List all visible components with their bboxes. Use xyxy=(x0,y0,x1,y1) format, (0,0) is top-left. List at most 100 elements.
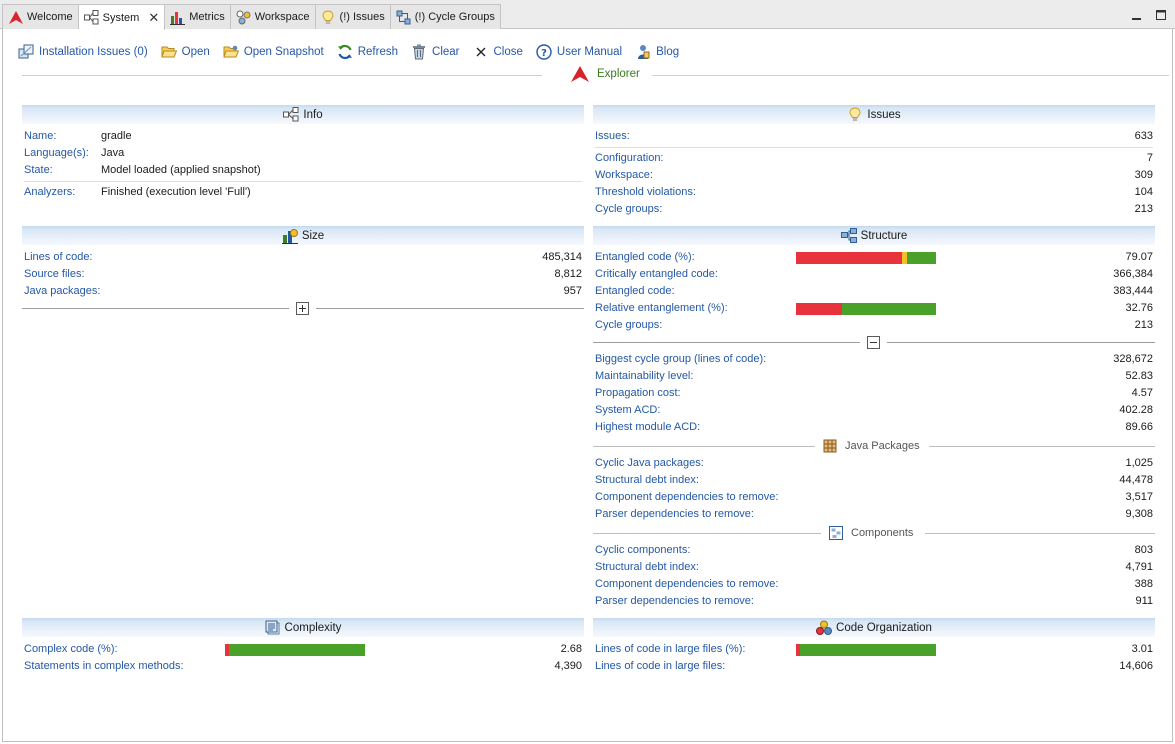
metric-key[interactable]: Lines of code in large files: xyxy=(595,658,725,675)
metric-value: 328,672 xyxy=(1113,353,1153,365)
tab-welcome[interactable]: Welcome xyxy=(2,4,79,29)
size-icon xyxy=(281,228,298,244)
tab-metrics[interactable]: Metrics xyxy=(165,4,231,29)
comp-row-cyclic: Cyclic components: 803 xyxy=(595,542,1153,559)
structure-row-biggest-cycle: Biggest cycle group (lines of code): 328… xyxy=(595,351,1153,368)
system-toolbar: Installation Issues (0) Open Open Snapsh… xyxy=(18,43,692,61)
sonargraph-logo-icon xyxy=(571,66,589,82)
open-button[interactable]: Open xyxy=(160,44,210,60)
structure-row-maintainability: Maintainability level: 52.83 xyxy=(595,368,1153,385)
explorer-text: Explorer xyxy=(597,68,640,80)
tab-label: (!) Cycle Groups xyxy=(414,11,495,23)
entangled-code-bar xyxy=(796,252,936,264)
bar-green-segment xyxy=(228,644,365,656)
issues-row-threshold: Threshold violations: 104 xyxy=(595,184,1153,201)
trash-icon xyxy=(411,44,427,60)
codeorg-row-large-files: Lines of code in large files: 14,606 xyxy=(595,658,1153,675)
maximize-icon[interactable] xyxy=(1155,9,1167,21)
metric-key[interactable]: Cyclic components: xyxy=(595,542,690,559)
lightbulb-icon xyxy=(321,9,336,25)
close-icon[interactable]: ✕ xyxy=(148,10,159,26)
tab-label: Workspace xyxy=(254,11,310,23)
metric-key[interactable]: Lines of code: xyxy=(24,249,93,266)
lightbulb-icon xyxy=(847,107,863,123)
folder-open-icon xyxy=(160,44,177,60)
tab-label: Metrics xyxy=(189,11,225,23)
metric-key[interactable]: Issues: xyxy=(595,128,630,145)
tab-label: System xyxy=(102,11,140,24)
metric-key[interactable]: Relative entanglement (%): xyxy=(595,300,728,317)
blog-button[interactable]: Blog xyxy=(635,44,679,60)
expand-icon[interactable] xyxy=(296,302,309,315)
metric-key[interactable]: Parser dependencies to remove: xyxy=(595,593,754,610)
bar-green-segment xyxy=(800,644,936,656)
structure-row-critically-entangled: Critically entangled code: 366,384 xyxy=(595,266,1153,283)
metric-key[interactable]: Java packages: xyxy=(24,283,100,300)
refresh-button[interactable]: Refresh xyxy=(337,44,398,60)
metric-value: 1,025 xyxy=(1125,457,1153,469)
metric-key[interactable]: Biggest cycle group (lines of code): xyxy=(595,351,766,368)
metric-key[interactable]: Maintainability level: xyxy=(595,368,693,385)
metric-key[interactable]: Structural debt index: xyxy=(595,559,699,576)
toggle-line xyxy=(22,308,289,309)
explorer-divider: Explorer xyxy=(22,66,1169,84)
metric-key[interactable]: Lines of code in large files (%): xyxy=(595,641,745,658)
metric-key[interactable]: Propagation cost: xyxy=(595,385,681,402)
open-snapshot-button[interactable]: Open Snapshot xyxy=(223,44,324,60)
large-files-bar xyxy=(796,644,936,656)
issues-row-cycle-groups: Cycle groups: 213 xyxy=(595,201,1153,218)
info-key: Language(s): xyxy=(24,147,89,159)
metrics-icon xyxy=(170,10,186,25)
size-row-java-packages: Java packages: 957 xyxy=(24,283,582,300)
toggle-line xyxy=(887,342,1155,343)
subheader-line xyxy=(929,446,1155,447)
metric-key[interactable]: Highest module ACD: xyxy=(595,419,700,436)
system-tree-icon xyxy=(283,107,299,123)
tab-issues[interactable]: (!) Issues xyxy=(315,4,391,29)
metric-key[interactable]: Complex code (%): xyxy=(24,641,118,658)
explorer-label[interactable]: Explorer xyxy=(571,66,640,82)
metric-key[interactable]: Component dependencies to remove: xyxy=(595,489,778,506)
metric-key[interactable]: System ACD: xyxy=(595,402,660,419)
tab-label: (!) Issues xyxy=(339,11,385,23)
metric-value: 8,812 xyxy=(554,268,582,280)
structure-collapse-toggle xyxy=(593,336,1155,349)
metric-key[interactable]: Cycle groups: xyxy=(595,201,662,218)
installation-issues-button[interactable]: Installation Issues (0) xyxy=(18,44,148,60)
refresh-label: Refresh xyxy=(357,46,399,58)
clear-label: Clear xyxy=(432,46,460,58)
collapse-icon[interactable] xyxy=(867,336,880,349)
metric-key[interactable]: Source files: xyxy=(24,266,85,283)
toggle-line xyxy=(593,342,860,343)
metric-key[interactable]: Critically entangled code: xyxy=(595,266,718,283)
metric-value: 9,308 xyxy=(1125,508,1153,520)
metric-key[interactable]: Structural debt index: xyxy=(595,472,699,489)
metric-value: 366,384 xyxy=(1113,268,1153,280)
clear-button[interactable]: Clear xyxy=(411,44,460,60)
complexity-section-header: Complexity xyxy=(22,618,584,637)
metric-key[interactable]: Entangled code (%): xyxy=(595,249,695,266)
subheader-line xyxy=(925,533,1155,534)
metric-key[interactable]: Threshold violations: xyxy=(595,184,696,201)
user-manual-button[interactable]: ? User Manual xyxy=(536,44,622,60)
metric-key[interactable]: Component dependencies to remove: xyxy=(595,576,778,593)
tab-workspace[interactable]: Workspace xyxy=(230,4,316,29)
close-button[interactable]: Close xyxy=(473,44,523,60)
metric-key[interactable]: Entangled code: xyxy=(595,283,675,300)
metric-key[interactable]: Cycle groups: xyxy=(595,317,662,334)
separator xyxy=(24,181,582,182)
metric-key[interactable]: Configuration: xyxy=(595,150,664,167)
tab-cycle-groups[interactable]: (!) Cycle Groups xyxy=(390,4,501,29)
tab-label: Welcome xyxy=(27,11,73,23)
info-row-state: State: Model loaded (applied snapshot) xyxy=(24,162,582,179)
metric-key[interactable]: Statements in complex methods: xyxy=(24,658,184,675)
structure-row-highest-module-acd: Highest module ACD: 89.66 xyxy=(595,419,1153,436)
java-row-parser-deps: Parser dependencies to remove: 9,308 xyxy=(595,506,1153,523)
metric-key[interactable]: Parser dependencies to remove: xyxy=(595,506,754,523)
metric-value: 44,478 xyxy=(1119,474,1153,486)
metric-key[interactable]: Workspace: xyxy=(595,167,653,184)
tab-system[interactable]: System ✕ xyxy=(78,4,166,30)
metric-key[interactable]: Cyclic Java packages: xyxy=(595,455,704,472)
svg-text:?: ? xyxy=(541,48,547,59)
minimize-icon[interactable] xyxy=(1131,9,1143,21)
